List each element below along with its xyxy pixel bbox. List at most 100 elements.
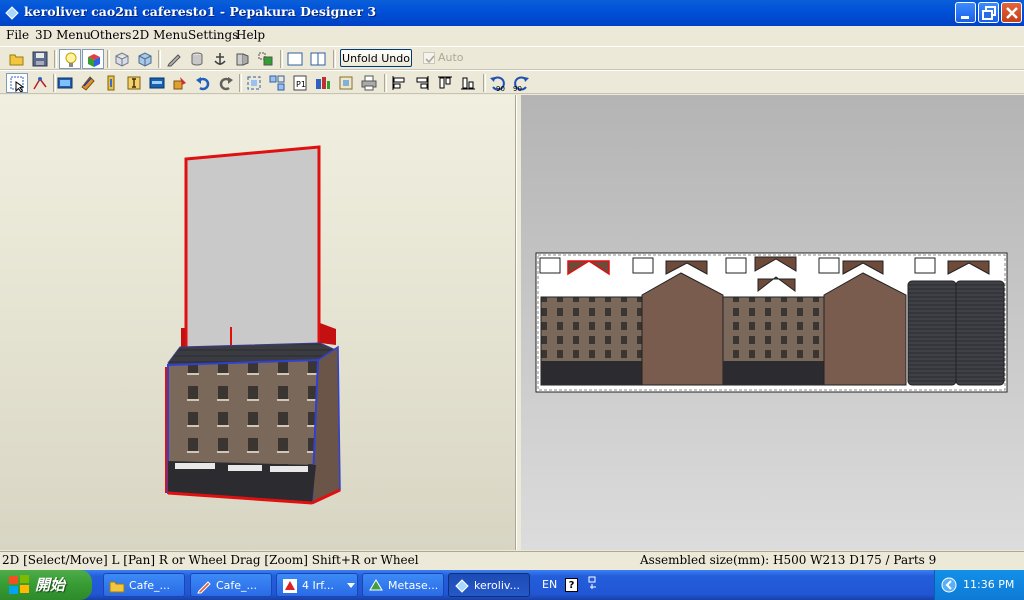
cylinder-button[interactable]: [186, 49, 208, 69]
align-right-icon: [416, 76, 429, 90]
align-left-button[interactable]: [388, 73, 410, 93]
rotate-cw-label: 90: [513, 85, 522, 92]
color-cube-icon: [88, 54, 100, 67]
task-button-editor[interactable]: Cafe_...: [190, 573, 272, 597]
menu-file[interactable]: File: [6, 28, 29, 42]
task-label: Metase...: [388, 579, 439, 592]
undo-arrow-icon: [196, 77, 210, 91]
viewport-3d[interactable]: [0, 95, 516, 550]
menu-3d[interactable]: 3D Menu: [35, 28, 91, 42]
window-title: keroliver cao2ni caferesto1 - Pepakura D…: [24, 4, 377, 19]
close-icon: [1006, 7, 1018, 19]
task-label: 4 Irf...: [302, 579, 334, 592]
page-button[interactable]: P1: [289, 73, 311, 93]
wire-cube-button[interactable]: [111, 49, 133, 69]
auto-checkbox[interactable]: [423, 52, 435, 64]
ime-icon[interactable]: [588, 576, 600, 590]
rotate-ccw-button[interactable]: 90: [487, 73, 509, 93]
flap-toggle-button[interactable]: [100, 73, 122, 93]
single-view-button[interactable]: [284, 49, 306, 69]
flap-icon: [236, 53, 249, 66]
model-3d: [165, 145, 341, 505]
edit-edges-icon: [33, 77, 47, 90]
dual-view-button[interactable]: [307, 49, 329, 69]
anchor-button[interactable]: [209, 49, 231, 69]
layout-button[interactable]: [312, 73, 334, 93]
texture-toggle[interactable]: [82, 49, 104, 69]
viewport-2d[interactable]: [521, 95, 1024, 550]
task-button-pepakura[interactable]: keroliv...: [448, 573, 530, 597]
checkmark-icon: [425, 55, 435, 64]
rotate-cw-button[interactable]: 90: [510, 73, 532, 93]
minimize-button[interactable]: [955, 2, 976, 23]
svg-text:P1: P1: [296, 80, 306, 89]
clock[interactable]: 11:36 PM: [963, 578, 1014, 591]
task-button-metasequoia[interactable]: Metase...: [362, 573, 444, 597]
help-icon[interactable]: ?: [565, 578, 578, 592]
join-button[interactable]: [255, 49, 277, 69]
menu-others[interactable]: Others: [90, 28, 131, 42]
title-bar[interactable]: keroliver cao2ni caferesto1 - Pepakura D…: [0, 0, 1024, 26]
task-button-irfanview[interactable]: 4 Irf...: [276, 573, 358, 597]
print-button[interactable]: [358, 73, 380, 93]
fit-view-button[interactable]: [243, 73, 265, 93]
status-mode-hint: 2D [Select/Move] L [Pan] R or Wheel Drag…: [2, 553, 419, 567]
join-faces-icon: [81, 76, 95, 91]
rotate-part-button[interactable]: [169, 73, 191, 93]
light-toggle[interactable]: [59, 49, 81, 69]
rotate-cw-90-icon: 90: [513, 76, 529, 92]
edit-edges-button[interactable]: [29, 73, 51, 93]
film-button[interactable]: [54, 73, 76, 93]
image-button[interactable]: [146, 73, 168, 93]
single-view-icon: [287, 52, 303, 66]
select-move-button[interactable]: [6, 73, 28, 93]
start-label: 開始: [35, 576, 66, 594]
align-bottom-button[interactable]: [457, 73, 479, 93]
task-button-explorer[interactable]: Cafe_...: [103, 573, 185, 597]
rotate-part-icon: [173, 77, 186, 90]
irfanview-icon: [283, 579, 297, 593]
text-button[interactable]: [123, 73, 145, 93]
metasequoia-icon: [369, 579, 383, 591]
arrange-icon: [269, 75, 285, 91]
task-label: Cafe_...: [129, 579, 171, 592]
restore-icon: [982, 6, 996, 20]
tray-expand-icon[interactable]: [941, 577, 957, 593]
pencil-icon: [197, 581, 211, 594]
minimize-icon: [961, 16, 969, 19]
save-button[interactable]: [29, 49, 51, 69]
lightbulb-icon: [65, 52, 77, 67]
unfold-undo-button[interactable]: Unfold Undo: [340, 49, 412, 67]
redo-arrow-icon: [219, 77, 233, 91]
align-top-icon: [438, 76, 452, 89]
texture-button[interactable]: [335, 73, 357, 93]
flap-button[interactable]: [232, 49, 254, 69]
menu-2d[interactable]: 2D Menu: [132, 28, 188, 42]
close-button[interactable]: [1001, 2, 1022, 23]
align-top-button[interactable]: [434, 73, 456, 93]
edit-button[interactable]: [163, 49, 185, 69]
menu-settings[interactable]: Settings: [188, 28, 238, 42]
texture-icon: [339, 76, 353, 90]
textured-cube-icon: [138, 52, 152, 67]
top-panel-part: [181, 145, 336, 357]
status-assembled-size: Assembled size(mm): H500 W213 D175 / Par…: [640, 553, 937, 567]
restore-button[interactable]: [978, 2, 999, 23]
task-label: keroliv...: [474, 579, 521, 592]
chevron-down-icon: [347, 583, 355, 588]
join-faces-button[interactable]: [77, 73, 99, 93]
anchor-icon: [214, 53, 226, 65]
pepakura-app-icon: [5, 6, 19, 20]
language-indicator[interactable]: EN: [542, 578, 557, 591]
arrange-button[interactable]: [266, 73, 288, 93]
cylinder-icon: [191, 52, 203, 66]
menu-help[interactable]: Help: [236, 28, 265, 42]
undo-button[interactable]: [192, 73, 214, 93]
folder-icon: [109, 581, 125, 593]
dual-view-icon: [310, 52, 326, 66]
open-button[interactable]: [6, 49, 28, 69]
start-button[interactable]: 開始: [0, 570, 92, 600]
align-right-button[interactable]: [411, 73, 433, 93]
shaded-cube-button[interactable]: [134, 49, 156, 69]
redo-button[interactable]: [215, 73, 237, 93]
